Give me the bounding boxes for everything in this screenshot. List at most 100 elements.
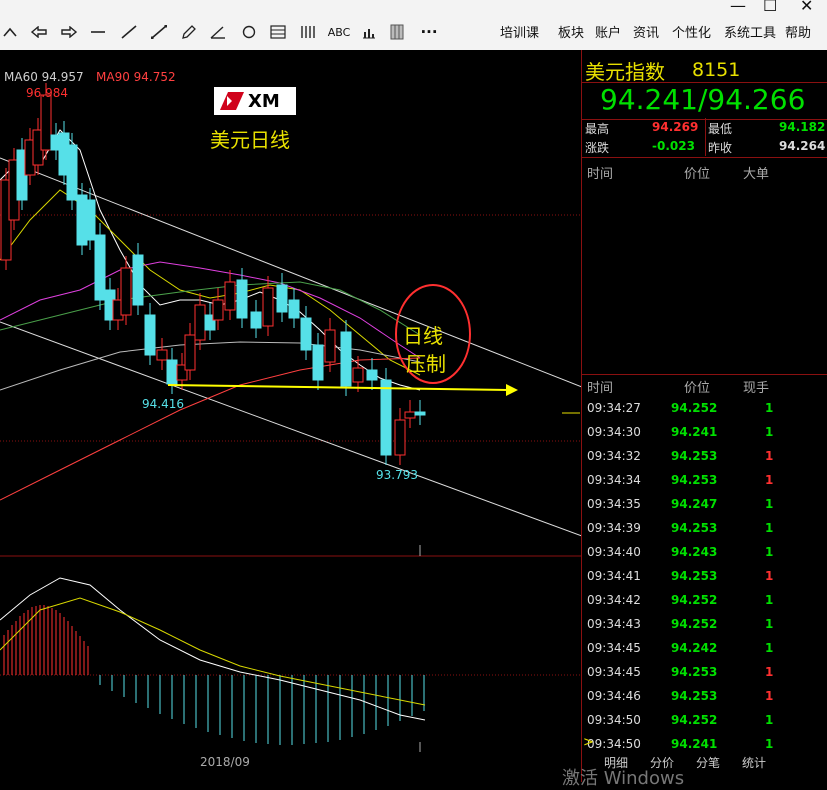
candle-body bbox=[194, 304, 206, 341]
tick-volume: 1 bbox=[765, 641, 774, 655]
date-axis-label: 2018/09 bbox=[200, 755, 250, 769]
chart-title: 美元日线 bbox=[210, 128, 290, 152]
tick-volume: 1 bbox=[765, 425, 774, 439]
tick-volume: 1 bbox=[765, 401, 774, 415]
sheet-icon[interactable] bbox=[388, 20, 406, 44]
up-chevron-icon[interactable] bbox=[2, 20, 18, 44]
tick-time: 09:34:30 bbox=[587, 425, 641, 439]
tick-row: 09:34:46 94.253 1 bbox=[583, 684, 823, 708]
dash-tool-icon[interactable] bbox=[90, 20, 106, 44]
ma90-legend: MA90 94.752 bbox=[96, 70, 176, 84]
ma60-legend: MA60 94.957 bbox=[4, 70, 84, 84]
tick-time: 09:34:42 bbox=[587, 593, 641, 607]
slant-line-tool-icon[interactable] bbox=[150, 20, 168, 44]
tick-volume: 1 bbox=[765, 665, 774, 679]
bid-ask-price: 94.241/94.266 bbox=[600, 83, 806, 116]
change-value: -0.023 bbox=[652, 139, 695, 153]
tick-row: 09:34:40 94.243 1 bbox=[583, 540, 823, 564]
ticks-top-line bbox=[582, 374, 827, 375]
change-label: 涨跌 bbox=[585, 141, 610, 155]
tick-volume: 1 bbox=[765, 737, 774, 751]
left-arrow-icon[interactable] bbox=[30, 20, 48, 44]
menu-system-tools[interactable]: 系统工具 bbox=[724, 22, 776, 41]
candle-body bbox=[224, 281, 236, 311]
instrument-name: 美元指数 bbox=[585, 60, 665, 84]
candle-body bbox=[300, 317, 312, 351]
big-order-header-size: 大单 bbox=[743, 167, 770, 182]
tick-volume: 1 bbox=[765, 521, 774, 535]
annotation-line-1: 日线 bbox=[403, 324, 443, 348]
xm-logo-text: XM bbox=[248, 90, 280, 112]
tick-price: 94.247 bbox=[671, 497, 718, 511]
candle-body bbox=[184, 334, 196, 371]
tick-price: 94.252 bbox=[671, 593, 718, 607]
more-icon[interactable]: ··· bbox=[418, 20, 440, 44]
tick-row: 09:34:43 94.252 1 bbox=[583, 612, 823, 636]
annotation-line-2: 压制 bbox=[406, 352, 446, 376]
tick-row: 09:34:45 94.253 1 bbox=[583, 660, 823, 684]
menu-news[interactable]: 资讯 bbox=[633, 22, 659, 41]
candle-body bbox=[262, 287, 274, 327]
channel-lower-line bbox=[0, 321, 582, 537]
pencil-icon[interactable] bbox=[180, 20, 198, 44]
maximize-icon[interactable]: ☐ bbox=[763, 0, 777, 15]
abc-text-icon[interactable]: ABC bbox=[326, 20, 352, 44]
tick-price: 94.253 bbox=[671, 473, 718, 487]
stats-bottom-line bbox=[582, 157, 827, 158]
chart-bars-icon[interactable] bbox=[360, 20, 378, 44]
low-price-label-2: 93.793 bbox=[376, 468, 418, 482]
stats-divider bbox=[705, 118, 706, 156]
tick-time: 09:34:50 bbox=[587, 713, 641, 727]
close-icon[interactable]: ✕ bbox=[800, 0, 813, 15]
tick-row: 09:34:42 94.252 1 bbox=[583, 588, 823, 612]
tick-time: 09:34:34 bbox=[587, 473, 641, 487]
low-label: 最低 bbox=[708, 122, 733, 136]
grid-tool-icon[interactable] bbox=[268, 20, 288, 44]
tick-time: 09:34:50 bbox=[587, 737, 641, 751]
tick-time: 09:34:46 bbox=[587, 689, 641, 703]
tick-volume: 1 bbox=[765, 689, 774, 703]
candle-body bbox=[84, 199, 96, 241]
big-order-header-price: 价位 bbox=[684, 167, 711, 182]
minimize-icon[interactable]: — bbox=[730, 0, 746, 15]
candle-body bbox=[352, 367, 364, 383]
candle-body bbox=[236, 279, 248, 319]
moving-average-line bbox=[0, 189, 421, 376]
ticks-header-volume: 现手 bbox=[743, 381, 770, 396]
tick-price: 94.242 bbox=[671, 641, 718, 655]
angle-tool-icon[interactable] bbox=[208, 20, 228, 44]
candle-body bbox=[414, 411, 426, 416]
cursor-marker-icon: > bbox=[583, 735, 594, 750]
tab-trades[interactable]: 分笔 bbox=[696, 754, 720, 771]
tick-time: 09:34:41 bbox=[587, 569, 641, 583]
ticks-header-time: 时间 bbox=[587, 381, 614, 396]
circle-tool-icon[interactable] bbox=[240, 20, 258, 44]
menu-help[interactable]: 帮助 bbox=[785, 22, 811, 41]
tick-price: 94.243 bbox=[671, 545, 718, 559]
tick-time: 09:34:35 bbox=[587, 497, 641, 511]
tick-volume: 1 bbox=[765, 497, 774, 511]
candle-body bbox=[40, 94, 52, 151]
prev-close-label: 昨收 bbox=[708, 141, 733, 155]
kline-chart-area[interactable] bbox=[0, 50, 582, 782]
tick-price: 94.253 bbox=[671, 665, 718, 679]
tab-stats[interactable]: 统计 bbox=[742, 754, 766, 771]
tick-row: 09:34:34 94.253 1 bbox=[583, 468, 823, 492]
tick-price: 94.253 bbox=[671, 569, 718, 583]
tick-price: 94.253 bbox=[671, 689, 718, 703]
tick-price: 94.252 bbox=[671, 401, 718, 415]
menu-account[interactable]: 账户 bbox=[595, 22, 621, 41]
low-value: 94.182 bbox=[779, 120, 826, 134]
menu-personalize[interactable]: 个性化 bbox=[672, 22, 711, 41]
tick-price: 94.241 bbox=[671, 425, 718, 439]
tick-row: 09:34:39 94.253 1 bbox=[583, 516, 823, 540]
tick-time: 09:34:45 bbox=[587, 641, 641, 655]
menu-sector[interactable]: 板块 bbox=[558, 22, 584, 41]
tick-row: 09:34:27 94.252 1 bbox=[583, 396, 823, 420]
support-arrow-line bbox=[167, 384, 509, 391]
tick-price: 94.253 bbox=[671, 521, 718, 535]
vertical-bars-icon[interactable] bbox=[298, 20, 318, 44]
right-arrow-icon[interactable] bbox=[60, 20, 78, 44]
line-tool-icon[interactable] bbox=[120, 20, 138, 44]
menu-training[interactable]: 培训课 bbox=[500, 22, 539, 41]
